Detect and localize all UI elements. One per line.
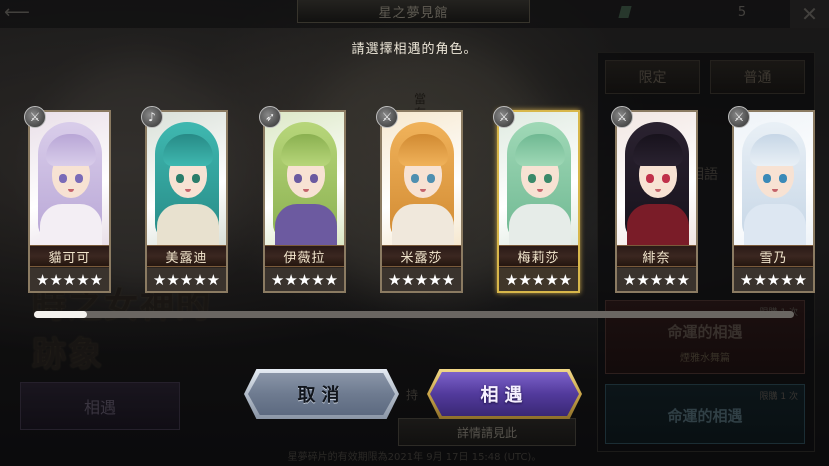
star-rating: ★★★★★ [734,268,813,291]
weapon-type-icon: ♪ [141,106,163,128]
star-rating: ★★★★★ [147,268,226,291]
star-rating: ★★★★★ [499,268,578,291]
weapon-type-icon: ⚔ [493,106,515,128]
character-card[interactable]: ⚔ 緋奈 ★★★★★ [611,106,698,293]
scroll-bar-thumb[interactable] [34,311,88,318]
character-portrait [382,112,461,245]
character-card[interactable]: ⚔ 雪乃 ★★★★★ [728,106,815,293]
star-rating: ★★★★★ [382,268,461,291]
character-portrait [734,112,813,245]
character-portrait [147,112,226,245]
scroll-bar[interactable] [34,311,794,318]
weapon-type-icon: ⚔ [728,106,750,128]
select-prompt: 請選擇相遇的角色。 [351,42,478,57]
weapon-type-icon: ⚔ [611,106,633,128]
character-portrait [265,112,344,245]
character-card[interactable]: ➶ 伊薇拉 ★★★★★ [259,106,346,293]
star-rating: ★★★★★ [265,268,344,291]
star-rating: ★★★★★ [30,268,109,291]
character-name: 美露迪 [147,245,226,267]
weapon-type-icon: ⚔ [376,106,398,128]
character-name: 米露莎 [382,245,461,267]
character-card[interactable]: ⚔ 貓可可 ★★★★★ [24,106,111,293]
character-portrait [499,112,578,245]
character-name: 雪乃 [734,245,813,267]
weapon-type-icon: ➶ [259,106,281,128]
character-name: 梅莉莎 [499,245,578,267]
character-name: 伊薇拉 [265,245,344,267]
cancel-button[interactable]: 取消 [244,369,399,419]
cancel-button-label: 取消 [297,385,346,406]
character-portrait [30,112,109,245]
encounter-button[interactable]: 相遇 [427,369,582,419]
character-card[interactable]: ♪ 美露迪 ★★★★★ [141,106,228,293]
character-card[interactable]: ⚔ 米露莎 ★★★★★ [376,106,463,293]
weapon-type-icon: ⚔ [24,106,46,128]
character-name: 貓可可 [30,245,109,267]
character-portrait [617,112,696,245]
star-rating: ★★★★★ [617,268,696,291]
character-card[interactable]: ⚔ 梅莉莎 ★★★★★ [493,106,580,293]
encounter-button-label: 相遇 [480,385,529,406]
character-name: 緋奈 [617,245,696,267]
